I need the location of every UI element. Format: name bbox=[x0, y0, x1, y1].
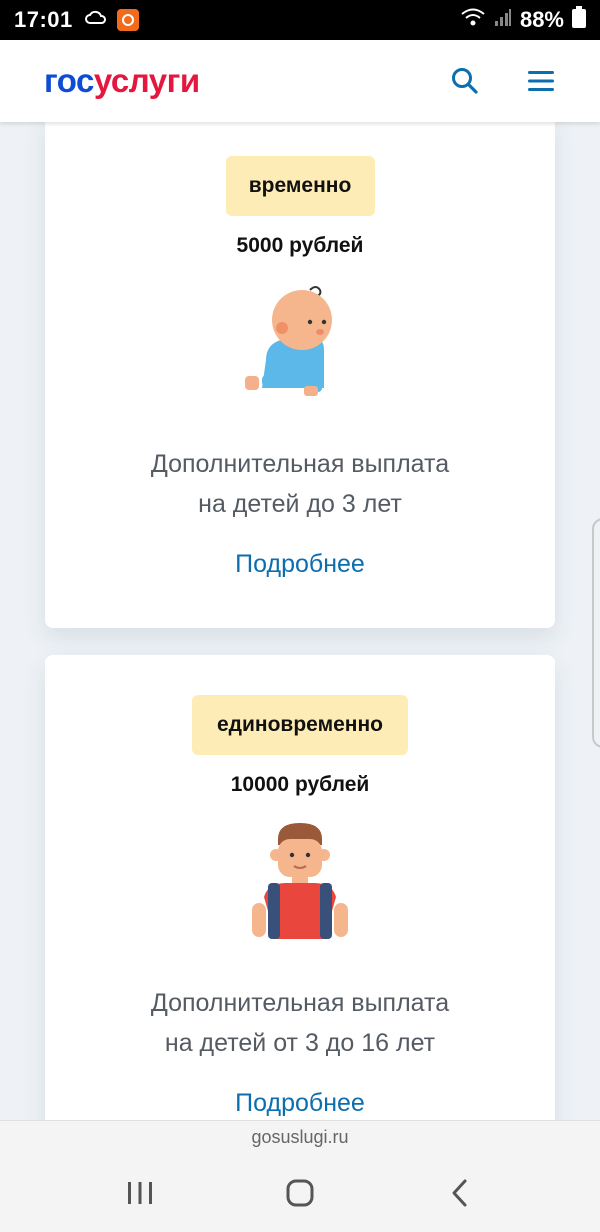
signal-icon bbox=[494, 7, 512, 33]
payment-amount: 5000 рублей bbox=[236, 234, 364, 257]
browser-url-bar[interactable]: gosuslugi.ru bbox=[0, 1120, 600, 1154]
more-link[interactable]: Подробнее bbox=[235, 550, 365, 579]
more-link[interactable]: Подробнее bbox=[235, 1089, 365, 1118]
back-icon bbox=[452, 1179, 467, 1207]
crawling-baby-illustration bbox=[245, 286, 332, 396]
url-text: gosuslugi.ru bbox=[251, 1127, 349, 1147]
system-nav-bar bbox=[0, 1154, 600, 1232]
status-bar: 17:01 88% bbox=[0, 0, 600, 40]
home-button[interactable] bbox=[270, 1168, 330, 1218]
recent-apps-button[interactable] bbox=[110, 1168, 170, 1218]
hamburger-menu-icon bbox=[528, 71, 554, 91]
app-notification-icon bbox=[116, 9, 139, 31]
battery-icon bbox=[572, 6, 586, 34]
description-line-2: на детей до 3 лет bbox=[198, 490, 402, 518]
payment-amount: 10000 рублей bbox=[230, 773, 370, 796]
page-content: временно 5000 рублей Дополнительная выпл… bbox=[0, 122, 600, 1120]
gosuslugi-logo[interactable]: госуслуги bbox=[44, 62, 200, 100]
description-line-1: Дополнительная выплата bbox=[150, 450, 450, 478]
status-time: 17:01 bbox=[14, 7, 73, 32]
logo-text-uslugi: услуги bbox=[93, 62, 200, 99]
battery-percent: 88% bbox=[519, 7, 564, 32]
payment-card: единовременно 10000 рублей Дополнительна… bbox=[45, 655, 555, 1120]
site-header: госуслуги bbox=[0, 40, 600, 122]
back-button[interactable] bbox=[430, 1168, 490, 1218]
payment-description: Дополнительная выплата на детей до 3 лет bbox=[45, 444, 555, 524]
search-button[interactable] bbox=[450, 66, 480, 96]
description-line-2: на детей от 3 до 16 лет bbox=[164, 1029, 436, 1057]
cloud-sync-icon bbox=[84, 7, 107, 33]
payment-type-badge: единовременно bbox=[192, 695, 408, 755]
payment-type-badge: временно bbox=[225, 156, 375, 216]
wifi-icon bbox=[460, 7, 486, 33]
menu-button[interactable] bbox=[526, 66, 556, 96]
description-line-1: Дополнительная выплата bbox=[150, 989, 450, 1017]
edge-panel-handle[interactable] bbox=[592, 518, 600, 748]
search-icon bbox=[452, 68, 478, 94]
home-icon bbox=[286, 1179, 314, 1207]
schoolboy-illustration bbox=[252, 823, 348, 939]
payment-description: Дополнительная выплата на детей от 3 до … bbox=[45, 983, 555, 1063]
payment-card: временно 5000 рублей Дополнительная выпл… bbox=[45, 122, 555, 628]
recent-apps-icon bbox=[128, 1182, 152, 1204]
logo-text-gos: гос bbox=[44, 62, 94, 99]
